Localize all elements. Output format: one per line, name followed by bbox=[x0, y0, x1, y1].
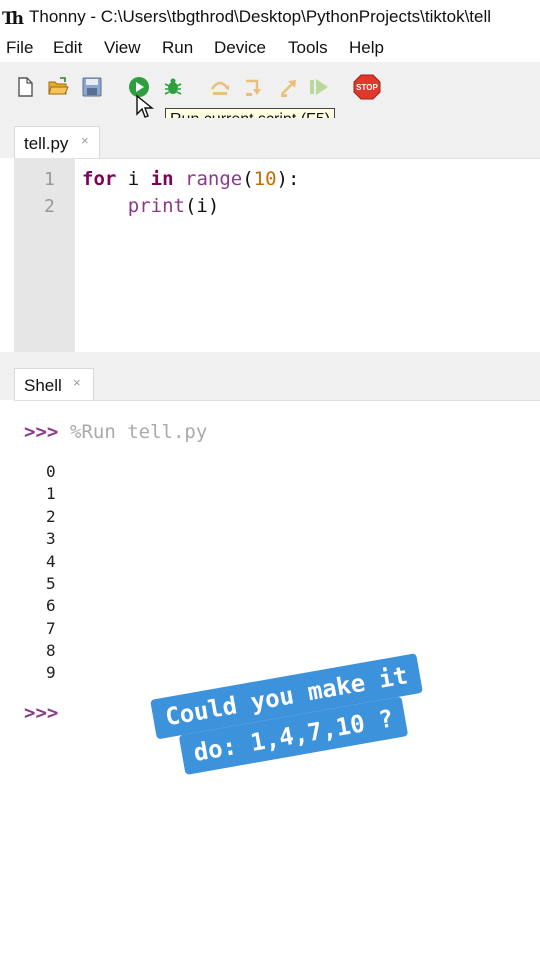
shell-prompt: >>> bbox=[24, 421, 59, 443]
output-line: 6 bbox=[46, 596, 56, 615]
thonny-logo: Th bbox=[2, 9, 24, 29]
debug-icon[interactable] bbox=[162, 76, 184, 98]
stop-icon[interactable]: STOP bbox=[353, 74, 381, 100]
number-literal: 10 bbox=[253, 168, 277, 190]
tab-label: Shell bbox=[24, 376, 62, 395]
resume-icon[interactable] bbox=[308, 76, 330, 98]
builtin-function: range bbox=[185, 168, 243, 190]
code-text: ( bbox=[242, 168, 254, 190]
menu-edit[interactable]: Edit bbox=[53, 38, 82, 58]
pane-splitter[interactable] bbox=[0, 352, 540, 366]
window-title: Thonny - C:\Users\tbgthrod\Desktop\Pytho… bbox=[29, 7, 492, 26]
run-command: %Run tell.py bbox=[70, 421, 208, 443]
title-bar: Th Thonny - C:\Users\tbgthrod\Desktop\Py… bbox=[0, 0, 540, 34]
menu-device[interactable]: Device bbox=[214, 38, 266, 58]
output-line: 2 bbox=[46, 507, 56, 526]
tab-shell[interactable]: Shell × bbox=[14, 368, 94, 401]
menu-tools[interactable]: Tools bbox=[288, 38, 328, 58]
shell-prompt[interactable]: >>> bbox=[24, 702, 58, 724]
menu-help[interactable]: Help bbox=[349, 38, 384, 58]
stop-label: STOP bbox=[356, 83, 378, 92]
output-line: 5 bbox=[46, 574, 56, 593]
output-line: 1 bbox=[46, 484, 56, 503]
tab-label: tell.py bbox=[24, 134, 69, 153]
step-out-icon[interactable] bbox=[278, 76, 300, 98]
output-line: 4 bbox=[46, 552, 56, 571]
output-line: 9 bbox=[46, 663, 56, 682]
tab-tell-py[interactable]: tell.py × bbox=[14, 126, 100, 159]
code-line[interactable]: print(i) bbox=[82, 195, 220, 217]
output-line: 8 bbox=[46, 641, 56, 660]
builtin-function: print bbox=[127, 195, 185, 217]
step-into-icon[interactable] bbox=[243, 76, 265, 98]
close-icon[interactable]: × bbox=[73, 375, 81, 390]
line-number: 2 bbox=[44, 196, 55, 217]
line-number: 1 bbox=[44, 169, 55, 190]
step-over-icon[interactable] bbox=[209, 76, 231, 98]
output-line: 7 bbox=[46, 619, 56, 638]
close-icon[interactable]: × bbox=[81, 133, 89, 148]
output-line: 0 bbox=[46, 462, 56, 481]
keyword: in bbox=[150, 168, 174, 190]
code-line[interactable]: for i in range(10): bbox=[82, 168, 299, 190]
save-icon[interactable] bbox=[81, 76, 103, 98]
open-folder-icon[interactable] bbox=[47, 76, 69, 98]
output-line: 3 bbox=[46, 529, 56, 548]
code-text: (i) bbox=[184, 195, 220, 217]
code-text: ): bbox=[276, 168, 300, 190]
menu-bar: File Edit View Run Device Tools Help bbox=[0, 34, 540, 62]
menu-view[interactable]: View bbox=[104, 38, 141, 58]
new-file-icon[interactable] bbox=[14, 76, 36, 98]
menu-file[interactable]: File bbox=[6, 38, 33, 58]
menu-run[interactable]: Run bbox=[162, 38, 193, 58]
keyword: for bbox=[82, 168, 117, 190]
code-text: i bbox=[116, 168, 151, 190]
